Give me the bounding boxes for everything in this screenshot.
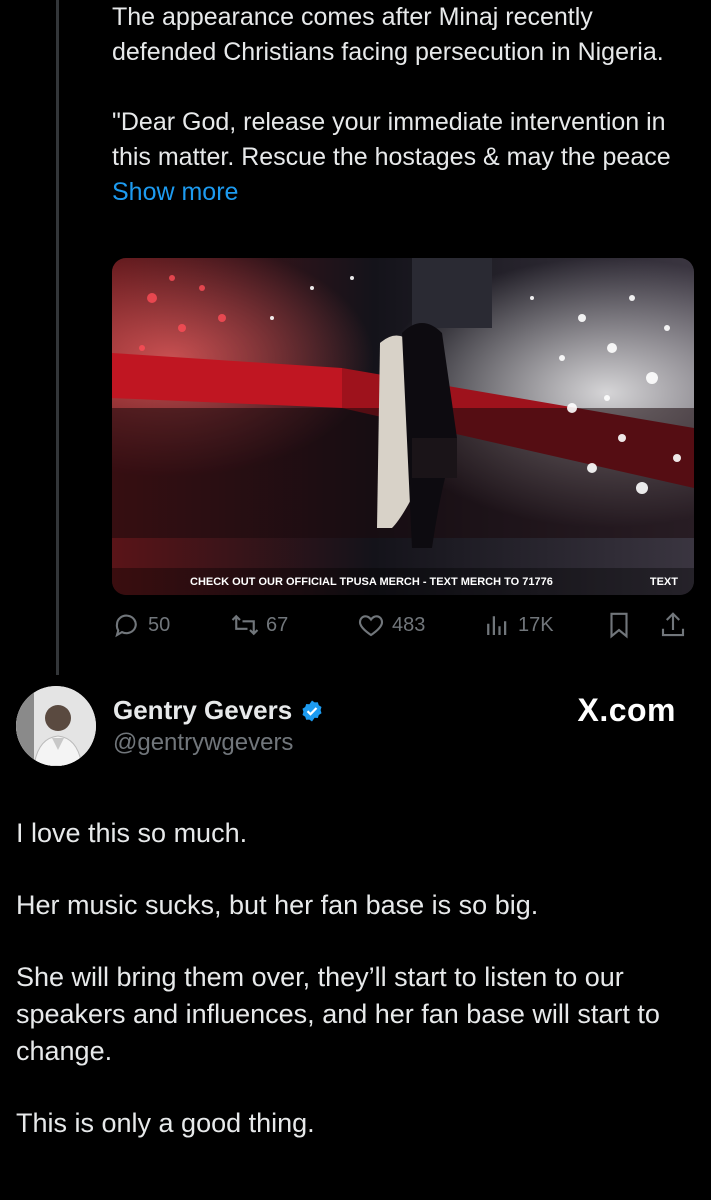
analytics-icon	[487, 616, 507, 635]
reply-tweet-text: I love this so much. Her music sucks, bu…	[16, 815, 696, 1142]
author-name[interactable]: Gentry Gevers	[113, 695, 292, 726]
video-player[interactable]: ▶ rumble 🔈 CHECK OUT OUR OFFICIAL TPUSA …	[112, 258, 694, 595]
heart-icon	[358, 615, 384, 637]
reply-count: 50	[148, 613, 171, 636]
video-overlay-caption-right: TEXT	[649, 576, 678, 588]
repost-button[interactable]: 67	[230, 610, 288, 640]
author-handle[interactable]: @gentrywgevers	[113, 729, 293, 757]
like-button[interactable]: 483	[356, 610, 425, 640]
reply-button[interactable]: 50	[112, 610, 170, 640]
bookmark-button[interactable]	[604, 610, 634, 640]
reply-paragraph-2: Her music sucks, but her fan base is so …	[16, 890, 539, 920]
bookmark-icon	[610, 612, 628, 639]
repost-count: 67	[266, 613, 289, 636]
video-overlay-caption: CHECK OUT OUR OFFICIAL TPUSA MERCH - TEX…	[190, 576, 553, 588]
views-button[interactable]: 17K	[482, 610, 554, 640]
view-count: 17K	[518, 613, 554, 636]
avatar[interactable]	[16, 686, 96, 766]
quoted-paragraph-1: The appearance comes after Minaj recentl…	[112, 3, 664, 66]
tweet-actions-bar: 50 67 483 17K	[112, 605, 692, 645]
share-button[interactable]	[658, 610, 688, 640]
like-count: 483	[392, 613, 426, 636]
reply-paragraph-4: This is only a good thing.	[16, 1108, 315, 1138]
share-icon	[661, 612, 685, 637]
quoted-paragraph-2: "Dear God, release your immediate interv…	[112, 105, 702, 210]
reply-paragraph-1: I love this so much.	[16, 818, 248, 848]
avatar-image	[16, 686, 96, 766]
x-brand-logo: X.com	[577, 692, 676, 728]
reply-icon	[115, 614, 137, 638]
verified-badge-icon	[300, 699, 324, 723]
repost-icon	[231, 614, 259, 636]
show-more-link[interactable]: Show more	[112, 178, 238, 206]
video-frame	[112, 258, 694, 595]
author-row: Gentry Gevers	[113, 695, 324, 726]
thread-connector-line	[56, 0, 59, 675]
reply-paragraph-3: She will bring them over, they’ll start …	[16, 962, 660, 1066]
quoted-paragraph-2-text: "Dear God, release your immediate interv…	[112, 108, 671, 171]
quoted-tweet-text: The appearance comes after Minaj recentl…	[112, 0, 702, 210]
